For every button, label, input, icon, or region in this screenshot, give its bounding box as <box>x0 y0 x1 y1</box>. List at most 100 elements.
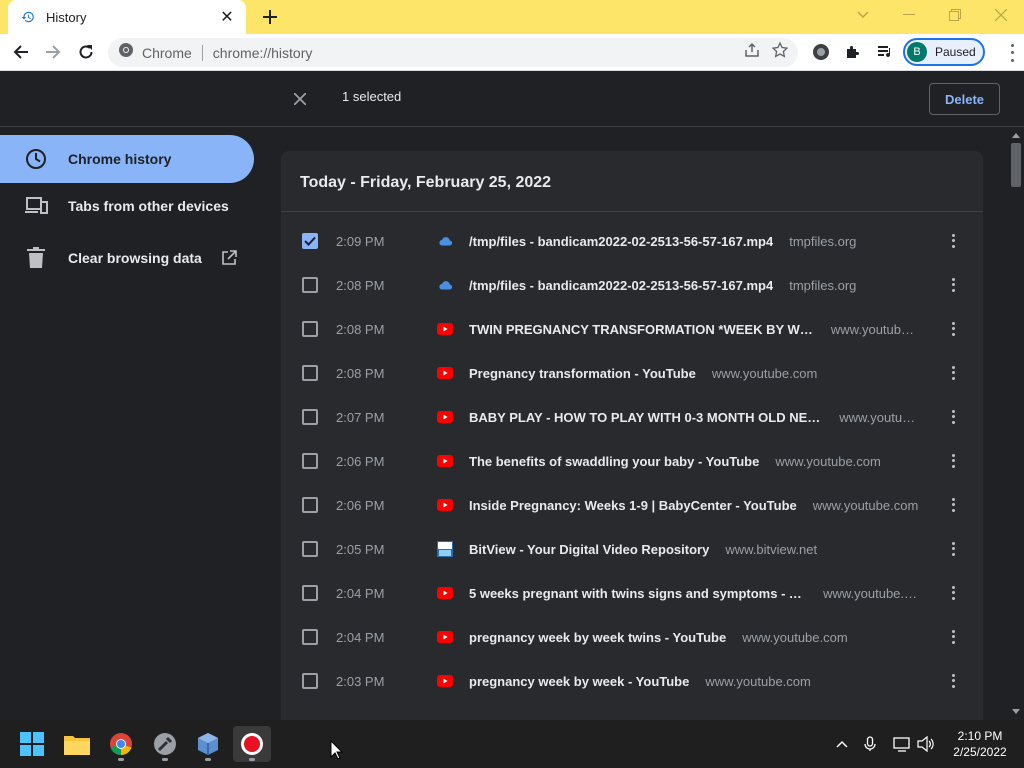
url-text[interactable]: chrome://history <box>213 45 744 61</box>
entry-link[interactable]: Inside Pregnancy: Weeks 1-9 | BabyCenter… <box>469 498 919 513</box>
more-actions-icon[interactable] <box>943 407 963 427</box>
more-actions-icon[interactable] <box>943 539 963 559</box>
history-entry-row[interactable]: 2:05 PM BitView - Your Digital Video Repo… <box>281 527 983 571</box>
microphone-icon[interactable] <box>860 734 880 754</box>
more-actions-icon[interactable] <box>943 319 963 339</box>
sidebar-item-label: Chrome history <box>68 151 172 167</box>
entry-checkbox[interactable] <box>302 409 318 425</box>
chrome-icon[interactable] <box>102 726 140 762</box>
entry-title[interactable]: 5 weeks pregnant with twins signs and sy… <box>469 586 807 601</box>
entry-link[interactable]: BitView - Your Digital Video Repository w… <box>469 542 919 557</box>
history-entry-row[interactable]: 2:03 PM pregnancy week by week - YouTube w… <box>281 659 983 703</box>
omnibox-separator <box>201 44 203 61</box>
network-icon[interactable] <box>892 734 912 754</box>
forward-button[interactable] <box>40 39 66 65</box>
media-queue-icon[interactable] <box>873 40 897 64</box>
volume-icon[interactable] <box>916 734 936 754</box>
entry-link[interactable]: Pregnancy transformation - YouTube www.yo… <box>469 366 919 381</box>
history-entry-row[interactable]: 2:08 PM/tmp/files - bandicam2022-02-2513… <box>281 263 983 307</box>
entry-checkbox[interactable] <box>302 497 318 513</box>
entry-title[interactable]: Inside Pregnancy: Weeks 1-9 | BabyCenter… <box>469 498 797 513</box>
entry-link[interactable]: BABY PLAY - HOW TO PLAY WITH 0-3 MONTH O… <box>469 410 919 425</box>
entry-title[interactable]: pregnancy week by week twins - YouTube <box>469 630 726 645</box>
new-tab-button[interactable] <box>258 5 282 29</box>
file-explorer-icon[interactable] <box>58 726 96 762</box>
entry-title[interactable]: BitView - Your Digital Video Repository <box>469 542 709 557</box>
entry-checkbox[interactable] <box>302 541 318 557</box>
entry-title[interactable]: /tmp/files - bandicam2022-02-2513-56-57-… <box>469 234 773 249</box>
profile-button[interactable]: B Paused <box>903 38 985 66</box>
more-actions-icon[interactable] <box>943 583 963 603</box>
entry-checkbox[interactable] <box>302 321 318 337</box>
entry-title[interactable]: BABY PLAY - HOW TO PLAY WITH 0-3 MONTH O… <box>469 410 823 425</box>
clear-selection-icon[interactable] <box>289 88 311 110</box>
entry-checkbox[interactable] <box>302 629 318 645</box>
more-actions-icon[interactable] <box>943 275 963 295</box>
more-actions-icon[interactable] <box>943 671 963 691</box>
entry-title[interactable]: Pregnancy transformation - YouTube <box>469 366 696 381</box>
entry-checkbox[interactable] <box>302 585 318 601</box>
extension-globe-icon[interactable] <box>809 40 833 64</box>
start-icon[interactable] <box>13 726 51 762</box>
entry-title[interactable]: /tmp/files - bandicam2022-02-2513-56-57-… <box>469 278 773 293</box>
sidebar-item-tabs-other-devices[interactable]: Tabs from other devices <box>0 182 254 230</box>
close-window-button[interactable] <box>978 0 1024 30</box>
address-bar[interactable]: Chrome chrome://history <box>108 38 798 67</box>
more-actions-icon[interactable] <box>943 363 963 383</box>
more-actions-icon[interactable] <box>943 451 963 471</box>
close-tab-icon[interactable]: ✕ <box>218 8 236 26</box>
entry-time: 2:03 PM <box>336 673 385 689</box>
entry-link[interactable]: TWIN PREGNANCY TRANSFORMATION *WEEK BY W… <box>469 322 919 337</box>
entry-checkbox[interactable] <box>302 277 318 293</box>
sidebar-item-clear-browsing-data[interactable]: Clear browsing data <box>0 234 254 282</box>
sidebar-item-chrome-history[interactable]: Chrome history <box>0 135 254 183</box>
delete-button[interactable]: Delete <box>929 83 1000 115</box>
history-entry-row[interactable]: 2:04 PM 5 weeks pregnant with twins signs… <box>281 571 983 615</box>
entry-time: 2:07 PM <box>336 409 385 425</box>
entry-link[interactable]: /tmp/files - bandicam2022-02-2513-56-57-… <box>469 278 919 293</box>
bandicam-icon[interactable] <box>233 726 271 762</box>
tab-history[interactable]: History ✕ <box>8 0 246 34</box>
back-button[interactable] <box>8 39 34 65</box>
more-actions-icon[interactable] <box>943 627 963 647</box>
entry-title[interactable]: pregnancy week by week - YouTube <box>469 674 689 689</box>
minimize-button[interactable] <box>886 0 932 30</box>
entry-link[interactable]: 5 weeks pregnant with twins signs and sy… <box>469 586 919 601</box>
entry-link[interactable]: /tmp/files - bandicam2022-02-2513-56-57-… <box>469 234 919 249</box>
scroll-down-arrow-icon[interactable] <box>1012 709 1020 714</box>
entry-title[interactable]: TWIN PREGNANCY TRANSFORMATION *WEEK BY W… <box>469 322 815 337</box>
restore-button[interactable] <box>932 0 978 30</box>
entry-checkbox[interactable] <box>302 365 318 381</box>
tab-search-chevron-icon[interactable] <box>840 0 886 30</box>
reload-button[interactable] <box>73 39 99 65</box>
entry-link[interactable]: The benefits of swaddling your baby - Yo… <box>469 454 919 469</box>
entry-checkbox[interactable] <box>302 233 318 249</box>
history-entry-row[interactable]: 2:04 PM pregnancy week by week twins - Yo… <box>281 615 983 659</box>
show-hidden-icons-chevron-icon[interactable] <box>832 734 852 754</box>
history-entry-row[interactable]: 2:08 PM TWIN PREGNANCY TRANSFORMATION *WE… <box>281 307 983 351</box>
history-entry-row[interactable]: 2:09 PM/tmp/files - bandicam2022-02-2513… <box>281 219 983 263</box>
virtualbox-icon[interactable] <box>189 726 227 762</box>
entry-domain: tmpfiles.org <box>789 233 857 249</box>
entry-checkbox[interactable] <box>302 673 318 689</box>
entry-checkbox[interactable] <box>302 453 318 469</box>
entry-domain: www.youtube.com <box>775 453 881 469</box>
entry-link[interactable]: pregnancy week by week - YouTube www.yout… <box>469 674 919 689</box>
scrollbar-thumb[interactable] <box>1011 143 1021 187</box>
history-entry-row[interactable]: 2:06 PM The benefits of swaddling your ba… <box>281 439 983 483</box>
more-actions-icon[interactable] <box>943 231 963 251</box>
history-entry-row[interactable]: 2:07 PM BABY PLAY - HOW TO PLAY WITH 0-3 … <box>281 395 983 439</box>
share-icon[interactable] <box>744 42 760 63</box>
history-entry-row[interactable]: 2:06 PM Inside Pregnancy: Weeks 1-9 | Bab… <box>281 483 983 527</box>
entry-link[interactable]: pregnancy week by week twins - YouTube ww… <box>469 630 919 645</box>
extensions-puzzle-icon[interactable] <box>841 40 865 64</box>
more-actions-icon[interactable] <box>943 495 963 515</box>
tool-icon[interactable] <box>146 726 184 762</box>
page-scrollbar[interactable] <box>1008 127 1024 720</box>
scroll-up-arrow-icon[interactable] <box>1012 133 1020 138</box>
chrome-menu-icon[interactable] <box>1004 42 1020 64</box>
bookmark-star-icon[interactable] <box>771 41 789 63</box>
entry-title[interactable]: The benefits of swaddling your baby - Yo… <box>469 454 759 469</box>
history-entry-row[interactable]: 2:08 PM Pregnancy transformation - YouTub… <box>281 351 983 395</box>
system-clock[interactable]: 2:10 PM 2/25/2022 <box>942 728 1018 760</box>
